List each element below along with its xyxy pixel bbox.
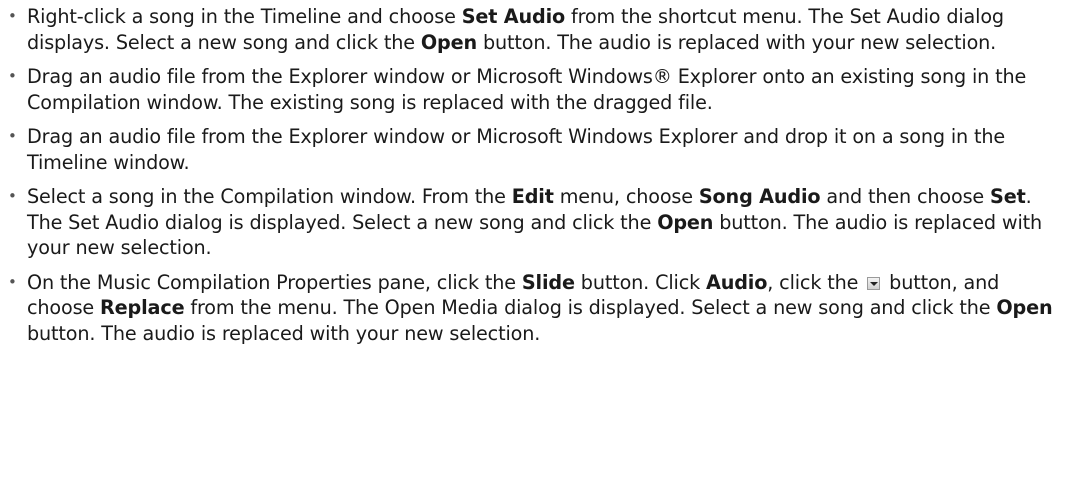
ui-term: Audio (706, 270, 768, 294)
item-text: , click the (767, 270, 865, 294)
ui-term: Set (990, 185, 1026, 208)
list-item: • Drag an audio file from the Explorer w… (6, 124, 1054, 175)
item-text: Select a song in the Compilation window.… (27, 185, 512, 208)
replace-audio-methods-list: • Right-click a song in the Timeline and… (6, 4, 1054, 346)
item-text: button. The audio is replaced with your … (27, 321, 541, 345)
ui-term: Edit (511, 185, 554, 208)
bullet-icon: • (8, 272, 17, 291)
list-item: • Drag an audio file from the Explorer w… (6, 64, 1054, 115)
ui-term: Open (420, 30, 477, 54)
item-text: menu, choose (553, 185, 699, 208)
list-item: • Select a song in the Compilation windo… (6, 184, 1054, 261)
item-text: and then choose (820, 185, 991, 208)
bullet-icon: • (8, 187, 17, 205)
ui-term: Song Audio (698, 185, 821, 208)
dropdown-arrow-icon (867, 276, 881, 290)
ui-term: Replace (100, 296, 185, 319)
item-text: button. Click (574, 270, 706, 294)
item-text: Drag an audio file from the Explorer win… (27, 65, 1027, 114)
item-text: On the Music Compilation Properties pane… (27, 270, 522, 294)
item-text: from the menu. The Open Media dialog is … (184, 296, 997, 319)
help-document: • Right-click a song in the Timeline and… (0, 0, 1070, 477)
ui-term: Open (657, 210, 714, 234)
item-text: Drag an audio file from the Explorer win… (27, 125, 1006, 174)
item-text: Right-click a song in the Timeline and c… (27, 5, 462, 28)
ui-term: Set Audio (461, 5, 566, 28)
item-text: button. The audio is replaced with your … (477, 30, 997, 54)
ui-term: Open (996, 296, 1053, 319)
bullet-icon: • (8, 67, 17, 85)
ui-term: Slide (521, 270, 575, 294)
bullet-icon: • (8, 127, 17, 145)
bullet-icon: • (8, 7, 17, 25)
list-item: • On the Music Compilation Properties pa… (6, 270, 1054, 347)
list-item: • Right-click a song in the Timeline and… (6, 4, 1054, 55)
